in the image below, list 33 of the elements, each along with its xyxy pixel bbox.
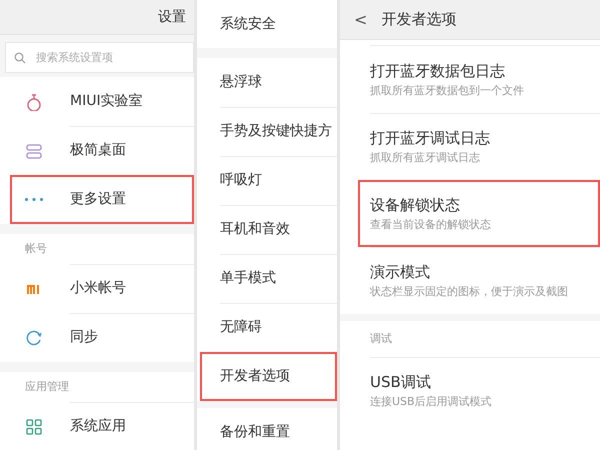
screen-title: 开发者选项 (381, 9, 456, 30)
settings-item[interactable]: 耳机和音效 (197, 205, 337, 254)
app-grid-icon (25, 418, 43, 436)
settings-item[interactable]: 设备解锁状态 查看当前设备的解锁状态 (358, 180, 600, 247)
settings-item[interactable]: 呼吸灯 (197, 156, 337, 205)
stacked-bars-icon (25, 142, 43, 160)
search-icon (14, 52, 26, 64)
settings-item[interactable]: 单手模式 (197, 254, 337, 303)
settings-item[interactable]: 悬浮球 (197, 58, 337, 107)
settings-item[interactable]: 无障碍 (197, 303, 337, 352)
settings-item[interactable]: 小米帐号 (0, 264, 194, 313)
settings-item[interactable]: MIUI实验室 (0, 77, 194, 126)
settings-item[interactable]: 更多设置 (10, 175, 194, 224)
settings-item[interactable]: 备份和重置 (197, 408, 337, 450)
settings-item[interactable]: 打开蓝牙调试日志 抓取所有蓝牙调试日志 (340, 113, 600, 180)
flask-icon (25, 93, 43, 111)
settings-item[interactable]: 系统应用 (0, 402, 194, 450)
section-header: 应用管理 (24, 378, 70, 395)
sync-icon (25, 329, 43, 347)
settings-item[interactable]: 开发者选项 (200, 352, 337, 401)
section-header: 调试 (369, 330, 393, 347)
settings-item[interactable]: USB调试 连接USB后启用调试模式 (340, 357, 600, 424)
back-button[interactable]: < (340, 8, 382, 32)
settings-item[interactable]: 手势及按键快捷方 (197, 107, 337, 156)
search-field[interactable]: 搜索系统设置项 (5, 42, 194, 73)
more-icon (25, 198, 43, 201)
settings-item[interactable]: 打开蓝牙数据包日志 抓取所有蓝牙数据包到一个文件 (340, 46, 600, 113)
settings-item[interactable]: 演示模式 状态栏显示固定的图标，便于演示及截图 (340, 247, 600, 314)
settings-item[interactable]: 系统安全 (197, 0, 337, 48)
settings-item[interactable]: 极简桌面 (0, 126, 194, 175)
screen-title: 设置 (158, 8, 186, 26)
section-header: 帐号 (24, 240, 48, 257)
settings-item[interactable]: 同步 (0, 313, 194, 362)
